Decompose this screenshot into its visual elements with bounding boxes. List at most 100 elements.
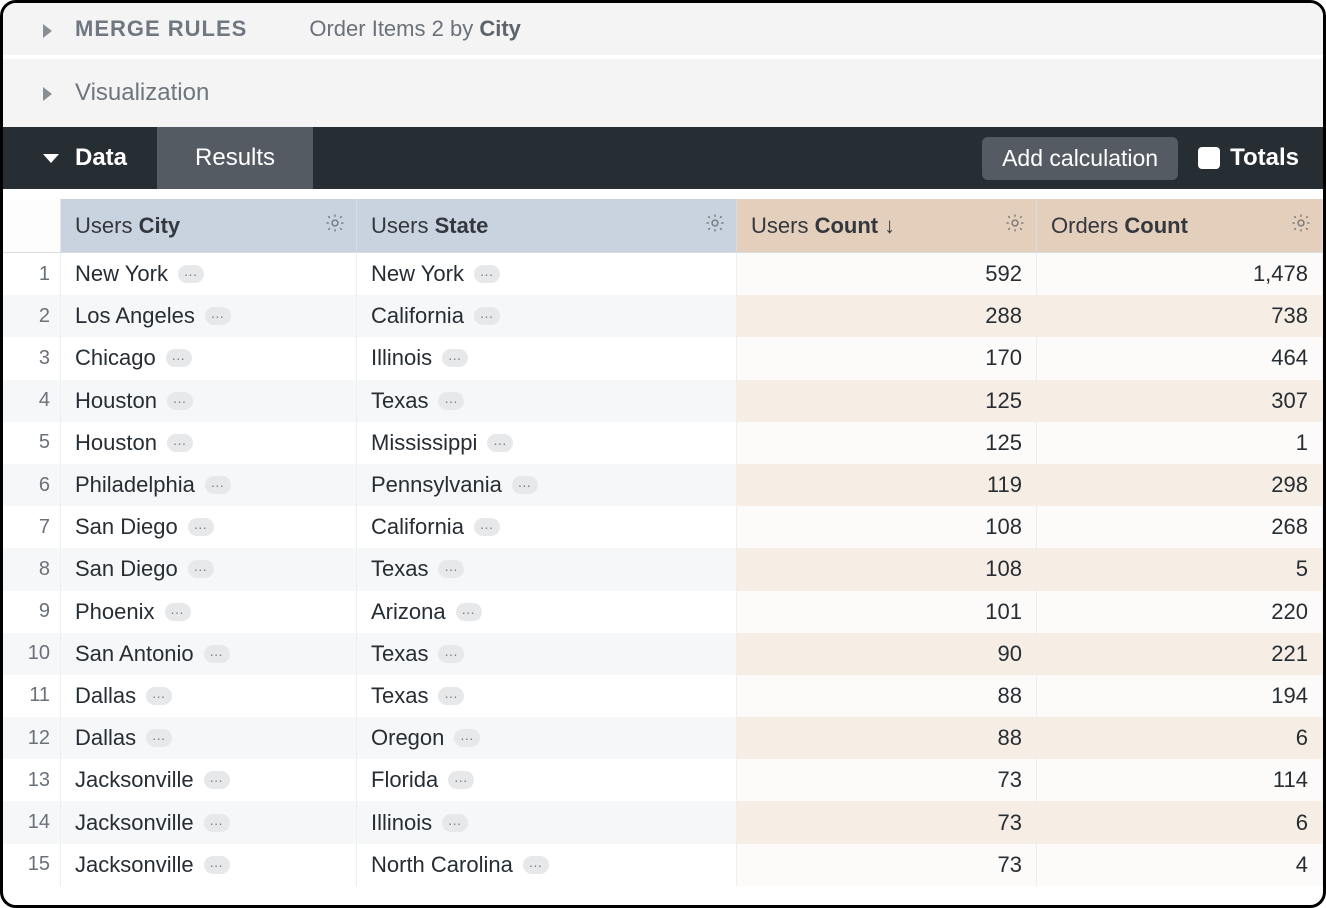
drill-menu-icon[interactable]: … <box>438 560 464 578</box>
cell-orders-count[interactable]: 268 <box>1037 506 1323 548</box>
cell-users-count[interactable]: 101 <box>737 591 1037 633</box>
totals-checkbox[interactable] <box>1198 147 1220 169</box>
cell-users-city[interactable]: San Antonio… <box>61 633 357 675</box>
drill-menu-icon[interactable]: … <box>454 729 480 747</box>
drill-menu-icon[interactable]: … <box>146 687 172 705</box>
drill-menu-icon[interactable]: … <box>438 687 464 705</box>
gear-icon[interactable] <box>704 212 726 240</box>
drill-menu-icon[interactable]: … <box>523 856 549 874</box>
column-header-users-count[interactable]: Users Count↓ <box>737 199 1037 252</box>
drill-menu-icon[interactable]: … <box>146 729 172 747</box>
column-header-orders-count[interactable]: Orders Count <box>1037 199 1323 252</box>
cell-users-count[interactable]: 73 <box>737 844 1037 886</box>
drill-menu-icon[interactable]: … <box>178 265 204 283</box>
cell-users-city[interactable]: Jacksonville… <box>61 801 357 843</box>
cell-users-city[interactable]: Philadelphia… <box>61 464 357 506</box>
drill-menu-icon[interactable]: … <box>188 518 214 536</box>
drill-menu-icon[interactable]: … <box>448 771 474 789</box>
cell-users-city[interactable]: Jacksonville… <box>61 844 357 886</box>
cell-users-count[interactable]: 592 <box>737 253 1037 295</box>
cell-users-state[interactable]: Arizona… <box>357 591 737 633</box>
cell-users-count[interactable]: 125 <box>737 380 1037 422</box>
cell-users-city[interactable]: San Diego… <box>61 506 357 548</box>
cell-users-count[interactable]: 288 <box>737 295 1037 337</box>
results-tab[interactable]: Results <box>157 127 313 189</box>
cell-users-state[interactable]: Texas… <box>357 548 737 590</box>
drill-menu-icon[interactable]: … <box>438 392 464 410</box>
cell-users-city[interactable]: Los Angeles… <box>61 295 357 337</box>
cell-users-state[interactable]: New York… <box>357 253 737 295</box>
drill-menu-icon[interactable]: … <box>188 560 214 578</box>
cell-users-state[interactable]: North Carolina… <box>357 844 737 886</box>
data-section-toggle[interactable]: Data <box>3 127 157 189</box>
drill-menu-icon[interactable]: … <box>474 518 500 536</box>
cell-orders-count[interactable]: 220 <box>1037 591 1323 633</box>
drill-menu-icon[interactable]: … <box>442 814 468 832</box>
drill-menu-icon[interactable]: … <box>167 434 193 452</box>
cell-orders-count[interactable]: 1 <box>1037 422 1323 464</box>
column-header-users-city[interactable]: Users City <box>61 199 357 252</box>
cell-orders-count[interactable]: 4 <box>1037 844 1323 886</box>
cell-orders-count[interactable]: 6 <box>1037 801 1323 843</box>
cell-users-city[interactable]: Chicago… <box>61 337 357 379</box>
cell-users-count[interactable]: 73 <box>737 759 1037 801</box>
add-calculation-button[interactable]: Add calculation <box>982 137 1178 180</box>
cell-users-count[interactable]: 88 <box>737 717 1037 759</box>
cell-users-city[interactable]: Houston… <box>61 380 357 422</box>
cell-orders-count[interactable]: 1,478 <box>1037 253 1323 295</box>
cell-orders-count[interactable]: 114 <box>1037 759 1323 801</box>
cell-orders-count[interactable]: 6 <box>1037 717 1323 759</box>
drill-menu-icon[interactable]: … <box>512 476 538 494</box>
cell-users-state[interactable]: California… <box>357 295 737 337</box>
cell-users-state[interactable]: Illinois… <box>357 337 737 379</box>
cell-users-state[interactable]: Pennsylvania… <box>357 464 737 506</box>
cell-users-count[interactable]: 108 <box>737 548 1037 590</box>
drill-menu-icon[interactable]: … <box>442 349 468 367</box>
cell-users-count[interactable]: 119 <box>737 464 1037 506</box>
cell-users-city[interactable]: New York… <box>61 253 357 295</box>
drill-menu-icon[interactable]: … <box>456 603 482 621</box>
cell-users-state[interactable]: Oregon… <box>357 717 737 759</box>
drill-menu-icon[interactable]: … <box>487 434 513 452</box>
cell-users-count[interactable]: 170 <box>737 337 1037 379</box>
cell-orders-count[interactable]: 5 <box>1037 548 1323 590</box>
cell-users-count[interactable]: 73 <box>737 801 1037 843</box>
drill-menu-icon[interactable]: … <box>205 476 231 494</box>
cell-users-city[interactable]: Jacksonville… <box>61 759 357 801</box>
drill-menu-icon[interactable]: … <box>205 307 231 325</box>
cell-users-state[interactable]: California… <box>357 506 737 548</box>
cell-users-state[interactable]: Texas… <box>357 633 737 675</box>
merge-rules-panel-header[interactable]: MERGE RULES Order Items 2 by City <box>3 3 1323 59</box>
cell-users-state[interactable]: Texas… <box>357 675 737 717</box>
cell-users-city[interactable]: Dallas… <box>61 675 357 717</box>
drill-menu-icon[interactable]: … <box>204 645 230 663</box>
drill-menu-icon[interactable]: … <box>204 771 230 789</box>
drill-menu-icon[interactable]: … <box>474 307 500 325</box>
cell-users-city[interactable]: Phoenix… <box>61 591 357 633</box>
gear-icon[interactable] <box>1004 212 1026 240</box>
drill-menu-icon[interactable]: … <box>474 265 500 283</box>
cell-orders-count[interactable]: 221 <box>1037 633 1323 675</box>
gear-icon[interactable] <box>324 212 346 240</box>
cell-users-city[interactable]: Dallas… <box>61 717 357 759</box>
drill-menu-icon[interactable]: … <box>204 856 230 874</box>
cell-orders-count[interactable]: 298 <box>1037 464 1323 506</box>
cell-orders-count[interactable]: 307 <box>1037 380 1323 422</box>
cell-users-state[interactable]: Mississippi… <box>357 422 737 464</box>
cell-users-city[interactable]: San Diego… <box>61 548 357 590</box>
cell-users-count[interactable]: 90 <box>737 633 1037 675</box>
drill-menu-icon[interactable]: … <box>438 645 464 663</box>
visualization-panel-header[interactable]: Visualization <box>3 59 1323 127</box>
cell-orders-count[interactable]: 738 <box>1037 295 1323 337</box>
cell-users-state[interactable]: Florida… <box>357 759 737 801</box>
drill-menu-icon[interactable]: … <box>165 603 191 621</box>
cell-orders-count[interactable]: 464 <box>1037 337 1323 379</box>
column-header-users-state[interactable]: Users State <box>357 199 737 252</box>
cell-users-count[interactable]: 108 <box>737 506 1037 548</box>
drill-menu-icon[interactable]: … <box>204 814 230 832</box>
gear-icon[interactable] <box>1290 212 1312 240</box>
drill-menu-icon[interactable]: … <box>166 349 192 367</box>
totals-toggle[interactable]: Totals <box>1198 144 1299 172</box>
cell-users-count[interactable]: 125 <box>737 422 1037 464</box>
cell-orders-count[interactable]: 194 <box>1037 675 1323 717</box>
